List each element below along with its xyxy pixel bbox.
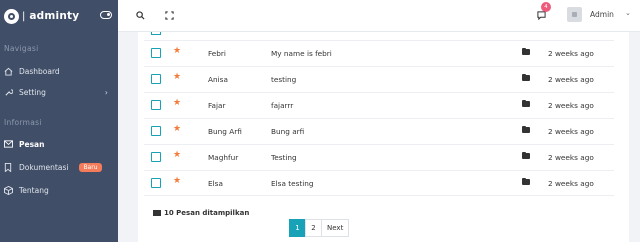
sidebar-item-setting[interactable]: Setting › [0,83,118,101]
message-sender: Anisa [208,75,228,84]
message-subject[interactable]: testing [271,75,296,84]
sidebar-item-label: Pesan [19,139,45,149]
folder-icon [522,177,530,185]
row-checkbox[interactable] [151,152,161,162]
box-icon [3,185,13,195]
message-subject[interactable]: Bung arfi [271,127,304,136]
folder-icon [522,99,530,107]
logo-icon [4,8,19,24]
message-time: 2 weeks ago [548,153,594,162]
folder-icon [522,47,530,55]
search-icon[interactable] [134,9,146,21]
message-sender: Bung Arfi [208,127,242,136]
envelope-icon [153,210,161,216]
pagination: 1 2 Next [289,219,350,237]
message-subject[interactable]: Elsa testing [271,179,314,188]
star-icon[interactable]: ★ [173,150,181,160]
next-page-button[interactable]: Next [321,219,350,237]
sidebar-item-label: Dashboard [19,66,60,76]
brand-name: adminty [29,10,80,22]
sidebar-item-tentang[interactable]: Tentang [0,181,118,199]
folder-icon [522,125,530,133]
section-title-navigasi: Navigasi [4,44,39,53]
avatar[interactable] [567,7,582,22]
row-checkbox[interactable] [151,178,161,188]
table-row[interactable]: ★ Elsa Elsa testing 2 weeks ago [144,170,614,196]
new-badge: Baru [79,162,102,172]
message-count: 10 Pesan ditampilkan [153,209,249,217]
row-checkbox[interactable] [151,100,161,110]
home-icon [3,67,13,76]
message-time: 2 weeks ago [548,49,594,58]
section-title-informasi: Informasi [4,118,42,127]
sidebar-item-pesan[interactable]: Pesan [0,135,118,153]
user-name[interactable]: Admin [590,10,614,19]
sidebar-item-label: Tentang [19,185,49,195]
star-icon[interactable]: ★ [173,124,181,134]
message-subject[interactable]: fajarrr [271,101,293,110]
message-sender: Maghfur [208,153,239,162]
wrench-icon [3,88,13,97]
page-2-button[interactable]: 2 [305,219,322,237]
table-row[interactable]: ★ Maghfur Testing 2 weeks ago [144,144,614,170]
row-checkbox[interactable] [151,126,161,136]
sidebar-item-dashboard[interactable]: Dashboard [0,62,118,80]
sidebar-item-label: Dokumentasi [19,162,69,172]
mail-icon [3,140,13,148]
row-checkbox[interactable] [151,48,161,58]
sidebar: | adminty Navigasi Dashboard Setting › I… [0,0,118,242]
table-row[interactable]: ★ Febri My name is febri 2 weeks ago [144,40,614,66]
star-icon[interactable]: ★ [173,176,181,186]
sidebar-toggle-icon[interactable] [100,11,112,19]
star-icon[interactable]: ★ [173,46,181,56]
message-time: 2 weeks ago [548,101,594,110]
message-subject[interactable]: My name is febri [271,49,332,58]
chevron-right-icon: › [104,87,108,97]
top-header: 4 Admin ⌄ [118,0,640,32]
message-sender: Febri [208,49,226,58]
folder-icon [522,73,530,81]
page-1-button[interactable]: 1 [289,219,306,237]
folder-icon [522,151,530,159]
message-sender: Fajar [208,101,226,110]
chevron-down-icon[interactable]: ⌄ [625,9,631,17]
fullscreen-icon[interactable] [163,9,175,21]
star-icon[interactable]: ★ [173,98,181,108]
message-time: 2 weeks ago [548,75,594,84]
table-row[interactable]: ★ Bung Arfi Bung arfi 2 weeks ago [144,118,614,144]
star-icon[interactable]: ★ [173,72,181,82]
message-sender: Elsa [208,179,223,188]
bookmark-icon [3,162,13,172]
message-subject[interactable]: Testing [271,153,297,162]
message-time: 2 weeks ago [548,127,594,136]
message-time: 2 weeks ago [548,179,594,188]
message-count-text: 10 Pesan ditampilkan [164,209,250,217]
checkbox-partial[interactable] [151,32,161,35]
table-row[interactable]: ★ Fajar fajarrr 2 weeks ago [144,92,614,118]
brand-separator: | [22,10,26,22]
notification-badge: 4 [541,2,551,12]
sidebar-item-dokumentasi[interactable]: Dokumentasi Baru [0,158,118,176]
message-list-card: ★ Febri My name is febri 2 weeks ago ★ A… [138,32,629,242]
sidebar-item-label: Setting [19,87,46,97]
table-row[interactable]: ★ Anisa testing 2 weeks ago [144,66,614,92]
row-checkbox[interactable] [151,74,161,84]
